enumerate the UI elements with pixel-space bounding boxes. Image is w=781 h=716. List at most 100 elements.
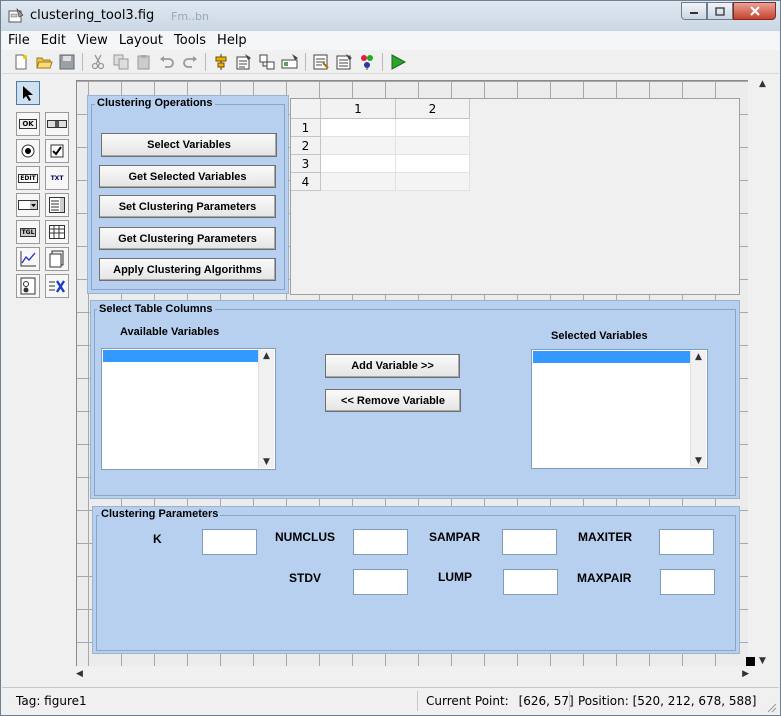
table-row-header[interactable]: 3 (291, 155, 321, 173)
menu-tools[interactable]: Tools (168, 33, 211, 48)
get-selected-variables-button[interactable]: Get Selected Variables (99, 165, 276, 188)
property-inspector-icon[interactable] (335, 53, 353, 71)
table-cell[interactable] (396, 155, 470, 173)
table-column-header[interactable]: 1 (321, 99, 396, 119)
data-table[interactable]: 1 2 1 2 3 4 (290, 98, 740, 295)
table-cell[interactable] (396, 173, 470, 191)
numclus-input[interactable] (353, 529, 408, 555)
scroll-down-arrow-icon[interactable]: ▼ (759, 656, 766, 666)
close-button[interactable] (733, 2, 776, 20)
listbox-selected-row[interactable] (533, 351, 690, 363)
scroll-left-arrow-icon[interactable]: ◀ (76, 669, 83, 679)
maximize-button[interactable] (707, 2, 733, 20)
k-input[interactable] (202, 529, 257, 555)
title-bar[interactable]: clustering_tool3.fig Fm..bn (1, 1, 780, 31)
axes-tool[interactable] (16, 247, 40, 271)
save-icon[interactable] (58, 53, 76, 71)
m-file-editor-icon[interactable] (312, 53, 330, 71)
set-clustering-parameters-button[interactable]: Set Clustering Parameters (99, 195, 276, 218)
align-objects-icon[interactable] (212, 53, 230, 71)
resize-grip-icon[interactable] (765, 701, 777, 713)
table-column-header[interactable]: 2 (396, 99, 470, 119)
get-clustering-parameters-button[interactable]: Get Clustering Parameters (99, 227, 276, 250)
add-variable-button[interactable]: Add Variable >> (325, 354, 460, 378)
button-group-tool[interactable] (16, 274, 40, 298)
maxiter-input[interactable] (659, 529, 714, 555)
radio-button-tool[interactable] (16, 139, 40, 163)
component-palette: OK EDIT TXT TGL (15, 81, 71, 303)
minimize-button[interactable] (681, 2, 707, 20)
toggle-button-tool[interactable]: TGL (16, 220, 40, 244)
table-cell[interactable] (321, 137, 396, 155)
run-figure-icon[interactable] (389, 53, 407, 71)
selected-variables-listbox[interactable]: ▲ ▼ (531, 349, 708, 469)
clustering-parameters-panel[interactable]: Clustering Parameters K NUMCLUS SAMPAR M… (92, 506, 740, 654)
table-row-header[interactable]: 2 (291, 137, 321, 155)
menu-help[interactable]: Help (211, 33, 252, 48)
remove-variable-button[interactable]: << Remove Variable (325, 389, 461, 412)
scroll-down-arrow-icon[interactable]: ▼ (695, 456, 702, 466)
available-variables-listbox[interactable]: ▲ ▼ (101, 348, 276, 470)
menu-edit[interactable]: Edit (35, 33, 71, 48)
lump-input[interactable] (503, 569, 558, 595)
slider-tool[interactable] (45, 112, 69, 136)
table-cell[interactable] (321, 119, 396, 137)
cut-icon[interactable] (89, 53, 107, 71)
clustering-operations-panel[interactable]: Clustering Operations Select Variables G… (87, 95, 289, 294)
select-table-columns-title: Select Table Columns (97, 303, 215, 315)
select-variables-button[interactable]: Select Variables (101, 133, 277, 157)
menu-file[interactable]: File (2, 33, 35, 48)
apply-clustering-algorithms-button[interactable]: Apply Clustering Algorithms (99, 258, 276, 281)
vertical-scrollbar[interactable]: ▲ ▼ (757, 79, 769, 666)
scroll-up-arrow-icon[interactable]: ▲ (263, 351, 270, 361)
figure-resize-handle[interactable] (746, 657, 755, 666)
menu-editor-icon[interactable] (235, 53, 253, 71)
select-tool[interactable] (16, 81, 40, 105)
table-cell[interactable] (396, 137, 470, 155)
panel-tool[interactable] (45, 247, 69, 271)
popup-menu-tool[interactable] (16, 193, 40, 217)
new-figure-icon[interactable] (12, 53, 30, 71)
toolbar-editor-icon[interactable] (281, 53, 299, 71)
table-row-header[interactable]: 4 (291, 173, 321, 191)
horizontal-scrollbar[interactable]: ◀ ▶ (76, 668, 757, 682)
stdv-input[interactable] (353, 569, 408, 595)
tab-order-editor-icon[interactable] (258, 53, 276, 71)
listbox-selected-row[interactable] (103, 350, 259, 362)
table-cell[interactable] (321, 155, 396, 173)
edit-text-tool[interactable]: EDIT (16, 166, 40, 190)
paste-icon[interactable] (135, 53, 153, 71)
push-button-tool[interactable]: OK (16, 112, 40, 136)
activex-control-tool[interactable] (45, 274, 69, 298)
menu-view[interactable]: View (71, 33, 113, 48)
sampar-label: SAMPAR (429, 530, 481, 544)
maxiter-label: MAXITER (578, 530, 632, 544)
check-box-tool[interactable] (45, 139, 69, 163)
scroll-right-arrow-icon[interactable]: ▶ (742, 669, 749, 679)
scroll-up-arrow-icon[interactable]: ▲ (759, 79, 766, 89)
static-text-tool[interactable]: TXT (45, 166, 69, 190)
table-cell[interactable] (321, 173, 396, 191)
select-table-columns-panel[interactable]: Select Table Columns Available Variables… (90, 300, 740, 499)
panel-frame (96, 515, 736, 651)
table-cell[interactable] (396, 119, 470, 137)
open-file-icon[interactable] (35, 53, 53, 71)
menu-layout[interactable]: Layout (113, 33, 168, 48)
copy-icon[interactable] (112, 53, 130, 71)
slider-icon (47, 120, 67, 128)
table-tool[interactable] (45, 220, 69, 244)
popup-menu-icon (18, 200, 38, 210)
scroll-up-arrow-icon[interactable]: ▲ (695, 352, 702, 362)
undo-icon[interactable] (158, 53, 176, 71)
maxpair-input[interactable] (660, 569, 715, 595)
listbox-scrollbar[interactable]: ▲ ▼ (690, 351, 706, 467)
scroll-down-arrow-icon[interactable]: ▼ (263, 457, 270, 467)
redo-icon[interactable] (181, 53, 199, 71)
sampar-input[interactable] (502, 529, 557, 555)
table-row-header[interactable]: 1 (291, 119, 321, 137)
listbox-scrollbar[interactable]: ▲ ▼ (258, 350, 274, 468)
minimize-icon (690, 12, 698, 14)
table-corner (291, 99, 321, 119)
listbox-tool[interactable] (45, 193, 69, 217)
object-browser-icon[interactable] (358, 53, 376, 71)
